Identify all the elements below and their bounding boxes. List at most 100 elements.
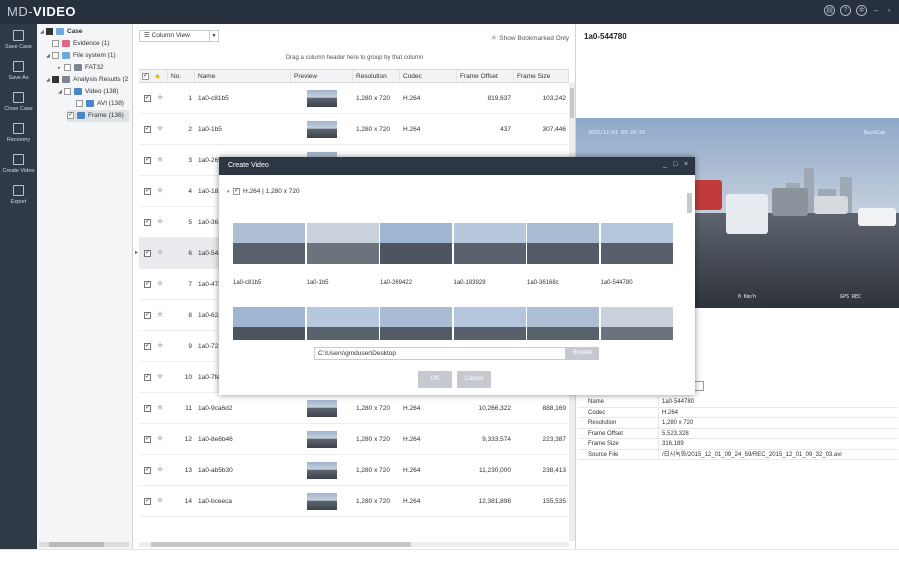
thumbnail[interactable] (233, 307, 305, 340)
row-checkbox[interactable]: ✓ (144, 250, 151, 257)
thumbnail[interactable] (306, 223, 379, 264)
thumbnail[interactable] (453, 307, 526, 340)
row-checkbox[interactable]: ✓ (144, 374, 151, 381)
output-path-input[interactable]: C:\Users\gmduser\Desktop (314, 347, 566, 360)
table-row[interactable]: ✓ ★ 2 1a0-1b5 1,280 x 720 H.264 437 307,446 (139, 114, 569, 145)
video-icon (74, 87, 82, 95)
tree-item-evidence[interactable]: Evidence (1) (52, 38, 110, 50)
bookmark-star-icon[interactable]: ★ (156, 247, 164, 258)
grid-horizontal-scrollbar[interactable] (139, 542, 569, 547)
cell-no: 13 (184, 467, 192, 474)
help-icon[interactable]: ? (840, 5, 851, 16)
tree-item-file-system[interactable]: ◢ File system (1) (46, 50, 116, 62)
table-row[interactable]: ✓ ★ 1 1a0-c81b5 1,280 x 720 H.264 819,637 103,2… (139, 83, 569, 114)
bookmark-star-icon[interactable]: ★ (156, 92, 164, 103)
column-header-resolution[interactable]: Resolution (353, 70, 400, 83)
view-select[interactable]: ☰ Column View ▼ (139, 30, 219, 42)
column-header-no[interactable]: No. (168, 70, 195, 83)
row-checkbox[interactable]: ✓ (144, 219, 151, 226)
maximize-button[interactable]: ▫ (885, 5, 893, 16)
case-icon (56, 27, 64, 35)
cell-resolution: 1,280 x 720 (356, 405, 390, 412)
bookmark-star-icon[interactable]: ★ (156, 309, 164, 320)
thumbnail[interactable] (600, 307, 673, 340)
create-video-button[interactable]: Create Video (0, 150, 37, 180)
thumbnail[interactable] (527, 307, 599, 340)
thumbnail[interactable] (380, 307, 452, 340)
save-as-button[interactable]: Save As (0, 57, 37, 87)
tree-item-fat32[interactable]: ▸ FAT32 (58, 62, 104, 74)
row-checkbox[interactable]: ✓ (144, 312, 151, 319)
thumbnail[interactable] (527, 223, 599, 264)
column-header-preview[interactable]: Preview (291, 70, 353, 83)
cancel-button[interactable]: Cancel (457, 371, 491, 388)
dialog-minimize-button[interactable]: _ (663, 161, 667, 168)
preview-thumbnail (307, 90, 337, 107)
column-header-codec[interactable]: Codec (400, 70, 457, 83)
bookmark-star-icon[interactable]: ★ (156, 216, 164, 227)
row-checkbox[interactable]: ✓ (144, 126, 151, 133)
table-row[interactable]: ✓ ★ 12 1a0-8e6b46 1,280 x 720 H.264 9,333,574 2… (139, 424, 569, 455)
settings-icon[interactable]: ✲ (856, 5, 867, 16)
bookmark-star-icon[interactable]: ★ (156, 433, 164, 444)
report-icon[interactable]: ▤ (824, 5, 835, 16)
row-checkbox[interactable]: ✓ (144, 281, 151, 288)
property-row: Source File/日시녹화/2015_12_01_09_24_59/REC… (578, 449, 898, 460)
bookmark-star-icon[interactable]: ★ (156, 402, 164, 413)
property-row: Name 1a0-544780 (578, 397, 898, 408)
tree-item-analysis-results[interactable]: ◢ Analysis Results (2 (46, 74, 128, 86)
row-checkbox[interactable]: ✓ (144, 436, 151, 443)
current-row-indicator-icon: ▸ (135, 250, 139, 256)
table-row[interactable]: ✓ ★ 11 1a0-9ca6d2 1,280 x 720 H.264 10,266,322… (139, 393, 569, 424)
ok-button[interactable]: OK (418, 371, 452, 388)
minimize-button[interactable]: – (872, 5, 880, 16)
column-header-name[interactable]: Name (195, 70, 291, 83)
row-checkbox[interactable]: ✓ (144, 157, 151, 164)
thumbnail-label: 1a0-1b5 (306, 280, 329, 286)
column-header-frame-offset[interactable]: Frame Offset (457, 70, 514, 83)
row-checkbox[interactable]: ✓ (144, 405, 151, 412)
thumbnail[interactable] (306, 307, 379, 340)
bookmark-star-icon[interactable]: ★ (156, 123, 164, 134)
bookmark-star-icon[interactable]: ★ (156, 371, 164, 382)
thumbnail[interactable] (600, 223, 673, 264)
bookmark-star-icon[interactable]: ★ (156, 185, 164, 196)
thumbnail[interactable] (453, 223, 526, 264)
bookmark-star-icon[interactable]: ★ (156, 340, 164, 351)
thumbnail[interactable] (380, 223, 452, 264)
tree-item-case[interactable]: ◢ Case (40, 26, 83, 38)
table-row[interactable]: ✓ ★ 13 1a0-ab5b30 1,280 x 720 H.264 11,230,000… (139, 455, 569, 486)
export-button[interactable]: Export (0, 181, 37, 211)
bookmark-star-icon[interactable]: ★ (156, 278, 164, 289)
cell-frame-size: 155,535 (542, 498, 567, 505)
save-case-button[interactable]: Save Case (0, 26, 37, 56)
select-all-checkbox[interactable]: ✓ (139, 70, 151, 83)
thumbnail[interactable] (233, 223, 305, 264)
cell-resolution: 1,280 x 720 (356, 95, 390, 102)
dialog-maximize-button[interactable]: □ (673, 161, 677, 168)
cell-no: 8 (188, 312, 192, 319)
close-case-button[interactable]: Close Case (0, 88, 37, 118)
dialog-close-button[interactable]: × (684, 161, 688, 168)
row-checkbox[interactable]: ✓ (144, 95, 151, 102)
column-header-frame-size[interactable]: Frame Size (514, 70, 569, 83)
browse-button[interactable]: Browse (566, 347, 599, 360)
bookmark-star-icon[interactable]: ★ (156, 464, 164, 475)
row-checkbox[interactable]: ✓ (144, 498, 151, 505)
row-checkbox[interactable]: ✓ (144, 188, 151, 195)
row-checkbox[interactable]: ✓ (144, 343, 151, 350)
tree-horizontal-scrollbar[interactable] (39, 542, 129, 547)
bookmark-star-icon[interactable]: ★ (156, 495, 164, 506)
bookmark-column-star-icon[interactable]: ★ (151, 70, 168, 83)
tree-item-avi[interactable]: AVI (138) (76, 98, 124, 110)
row-checkbox[interactable]: ✓ (144, 467, 151, 474)
cell-codec: H.264 (403, 405, 421, 412)
dialog-vertical-scrollbar[interactable] (686, 185, 693, 341)
bookmark-star-icon[interactable]: ★ (156, 154, 164, 165)
tree-item-video[interactable]: ◢ Video (138) (58, 86, 119, 98)
table-row[interactable]: ✓ ★ 14 1a0-bceeca 1,280 x 720 H.264 12,381,898… (139, 486, 569, 517)
tree-item-frame[interactable]: ✓ Frame (136) (67, 110, 129, 122)
recovery-button[interactable]: Recovery (0, 119, 37, 149)
codec-group-header[interactable]: ▾ ✓ H.264 | 1,280 x 720 (227, 188, 300, 195)
show-bookmarked-toggle[interactable]: ★ Show Bookmarked Only (490, 33, 569, 42)
